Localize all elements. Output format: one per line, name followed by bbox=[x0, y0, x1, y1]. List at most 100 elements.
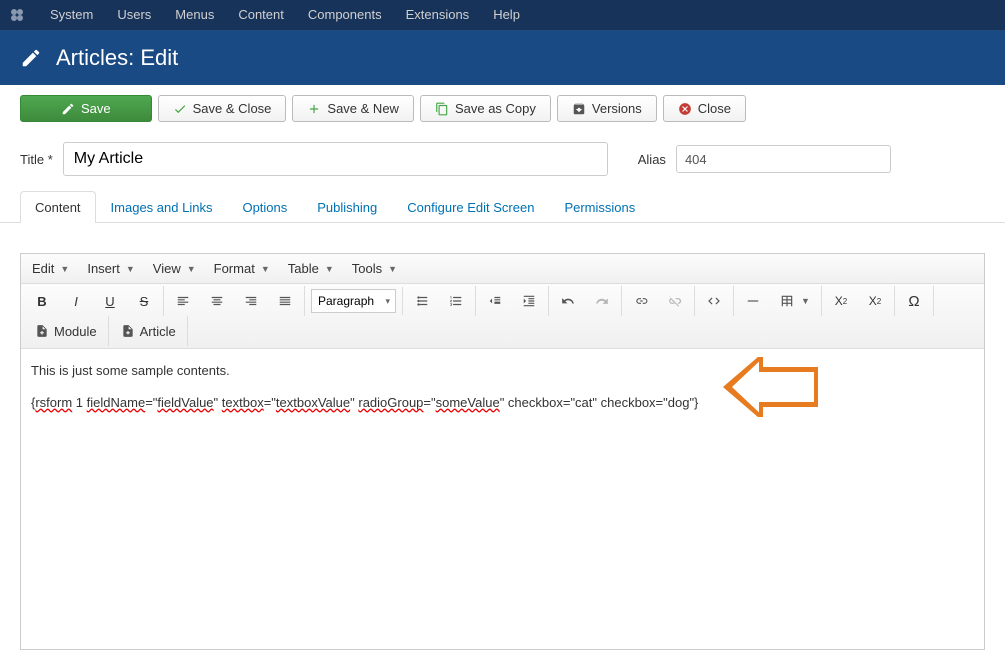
align-left-button[interactable] bbox=[166, 288, 200, 314]
editor-content[interactable]: This is just some sample contents. {rsfo… bbox=[21, 349, 984, 649]
txt: fieldName bbox=[87, 395, 146, 410]
code-icon bbox=[706, 293, 722, 309]
outdent-button[interactable] bbox=[478, 288, 512, 314]
table-icon bbox=[779, 293, 795, 309]
link-icon bbox=[633, 293, 649, 309]
undo-button[interactable] bbox=[551, 288, 585, 314]
table-button[interactable]: ▼ bbox=[770, 288, 819, 314]
insert-module-button[interactable]: Module bbox=[25, 318, 106, 344]
caret-icon: ▼ bbox=[126, 264, 135, 274]
archive-icon bbox=[572, 102, 586, 116]
tab-options[interactable]: Options bbox=[227, 191, 302, 223]
hr-icon bbox=[745, 293, 761, 309]
nav-system[interactable]: System bbox=[38, 0, 105, 30]
unlink-button[interactable] bbox=[658, 288, 692, 314]
caret-icon: ▼ bbox=[60, 264, 69, 274]
redo-icon bbox=[594, 293, 610, 309]
editor: Edit▼ Insert ▼ View▼ Format▼ Table▼ Tools… bbox=[20, 253, 985, 650]
underline-button[interactable]: U bbox=[93, 288, 127, 314]
bullet-list-button[interactable] bbox=[405, 288, 439, 314]
action-toolbar: Save Save & Close Save & New Save as Cop… bbox=[0, 85, 1005, 132]
title-row: Title * Alias bbox=[0, 132, 1005, 190]
menu-view[interactable]: View▼ bbox=[144, 256, 205, 281]
align-justify-icon bbox=[277, 293, 293, 309]
italic-button[interactable]: I bbox=[59, 288, 93, 314]
nav-users[interactable]: Users bbox=[105, 0, 163, 30]
menu-insert[interactable]: Insert ▼ bbox=[78, 256, 143, 281]
superscript-button[interactable]: X2 bbox=[858, 288, 892, 314]
insert-article-button[interactable]: Article bbox=[111, 318, 185, 344]
menu-tools[interactable]: Tools▼ bbox=[343, 256, 406, 281]
align-center-button[interactable] bbox=[200, 288, 234, 314]
menu-insert-label: Insert bbox=[87, 261, 120, 276]
close-label: Close bbox=[698, 101, 731, 116]
special-char-button[interactable]: Ω bbox=[897, 288, 931, 314]
caret-icon: ▼ bbox=[325, 264, 334, 274]
link-button[interactable] bbox=[624, 288, 658, 314]
editor-toolbar: B I U S Paragraph bbox=[21, 284, 984, 349]
save-button[interactable]: Save bbox=[20, 95, 152, 122]
hr-button[interactable] bbox=[736, 288, 770, 314]
bold-button[interactable]: B bbox=[25, 288, 59, 314]
align-right-icon bbox=[243, 293, 259, 309]
txt: =" bbox=[264, 395, 276, 410]
menu-format[interactable]: Format▼ bbox=[205, 256, 279, 281]
tab-content[interactable]: Content bbox=[20, 191, 96, 223]
tab-permissions[interactable]: Permissions bbox=[549, 191, 650, 223]
bullet-list-icon bbox=[414, 293, 430, 309]
strike-button[interactable]: S bbox=[127, 288, 161, 314]
txt: someValue bbox=[436, 395, 500, 410]
nav-help[interactable]: Help bbox=[481, 0, 532, 30]
underline-icon: U bbox=[102, 293, 118, 309]
alias-input[interactable] bbox=[676, 145, 891, 173]
page-header: Articles: Edit bbox=[0, 30, 1005, 85]
module-label: Module bbox=[54, 324, 97, 339]
strike-icon: S bbox=[136, 293, 152, 309]
indent-button[interactable] bbox=[512, 288, 546, 314]
txt: =" bbox=[423, 395, 435, 410]
subscript-icon: X2 bbox=[833, 293, 849, 309]
txt: " checkbox="cat" checkbox="dog"} bbox=[500, 395, 699, 410]
superscript-icon: X2 bbox=[867, 293, 883, 309]
indent-icon bbox=[521, 293, 537, 309]
nav-menus[interactable]: Menus bbox=[163, 0, 226, 30]
save-new-button[interactable]: Save & New bbox=[292, 95, 414, 122]
number-list-button[interactable] bbox=[439, 288, 473, 314]
versions-label: Versions bbox=[592, 101, 642, 116]
menu-table[interactable]: Table▼ bbox=[279, 256, 343, 281]
save-copy-label: Save as Copy bbox=[455, 101, 536, 116]
title-input[interactable] bbox=[63, 142, 608, 176]
paragraph-select-input[interactable]: Paragraph bbox=[311, 289, 396, 313]
save-close-button[interactable]: Save & Close bbox=[158, 95, 287, 122]
menu-edit[interactable]: Edit▼ bbox=[23, 256, 78, 281]
align-right-button[interactable] bbox=[234, 288, 268, 314]
nav-extensions[interactable]: Extensions bbox=[394, 0, 482, 30]
tab-publishing[interactable]: Publishing bbox=[302, 191, 392, 223]
versions-button[interactable]: Versions bbox=[557, 95, 657, 122]
txt: textboxValue bbox=[276, 395, 350, 410]
txt: fieldValue bbox=[157, 395, 213, 410]
save-copy-button[interactable]: Save as Copy bbox=[420, 95, 551, 122]
code-button[interactable] bbox=[697, 288, 731, 314]
omega-icon: Ω bbox=[906, 293, 922, 309]
nav-components[interactable]: Components bbox=[296, 0, 394, 30]
save-new-label: Save & New bbox=[327, 101, 399, 116]
tab-images[interactable]: Images and Links bbox=[96, 191, 228, 223]
align-left-icon bbox=[175, 293, 191, 309]
txt: 1 bbox=[72, 395, 86, 410]
tab-configure[interactable]: Configure Edit Screen bbox=[392, 191, 549, 223]
caret-icon: ▼ bbox=[388, 264, 397, 274]
outdent-icon bbox=[487, 293, 503, 309]
paragraph-select[interactable]: Paragraph bbox=[311, 289, 396, 313]
top-nav: System Users Menus Content Components Ex… bbox=[0, 0, 1005, 30]
apply-icon bbox=[61, 102, 75, 116]
txt: =" bbox=[145, 395, 157, 410]
subscript-button[interactable]: X2 bbox=[824, 288, 858, 314]
content-line-2: {rsform 1 fieldName="fieldValue" textbox… bbox=[31, 393, 974, 413]
joomla-logo-icon bbox=[8, 6, 26, 24]
content-line-1: This is just some sample contents. bbox=[31, 361, 974, 381]
nav-content[interactable]: Content bbox=[226, 0, 296, 30]
align-justify-button[interactable] bbox=[268, 288, 302, 314]
redo-button[interactable] bbox=[585, 288, 619, 314]
close-button[interactable]: Close bbox=[663, 95, 746, 122]
